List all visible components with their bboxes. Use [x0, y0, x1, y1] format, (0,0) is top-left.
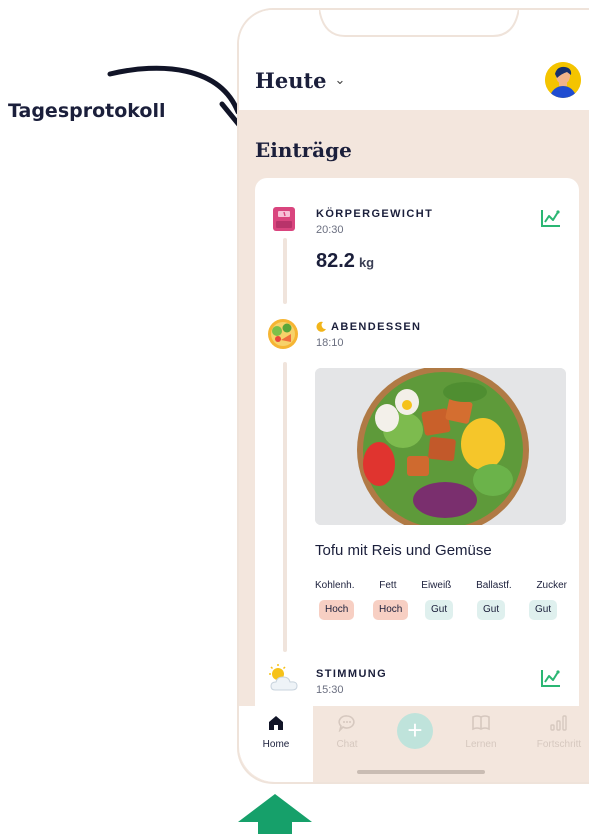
- nav-label: Home: [262, 739, 290, 750]
- nutrient-labels: Kohlenh. Fett Eiweiß Ballastf. Zucker: [315, 580, 567, 591]
- nav-progress[interactable]: Fortschritt: [529, 714, 589, 750]
- add-entry-button[interactable]: +: [397, 713, 433, 749]
- avatar-person-icon: [545, 62, 581, 98]
- entry-time: 15:30: [316, 684, 344, 696]
- entry-title: ABENDESSEN: [331, 321, 422, 333]
- entries-card[interactable]: KÖRPERGEWICHT 20:30 82.2 kg ABENDESSEN 1…: [255, 178, 579, 718]
- avatar[interactable]: [545, 62, 581, 98]
- date-selector[interactable]: Heute ⌄: [255, 68, 345, 93]
- entry-time: 20:30: [316, 224, 344, 236]
- phone-notch: [319, 10, 519, 37]
- nav-home[interactable]: Home: [246, 714, 306, 750]
- nav-label: Fortschritt: [536, 739, 582, 750]
- nutrient-label: Fett: [379, 580, 397, 591]
- up-arrow-icon: [238, 794, 312, 834]
- bottom-nav: Home Chat + Lernen Fortschritt: [239, 706, 589, 782]
- meal-photo[interactable]: [315, 368, 566, 525]
- chat-icon: [338, 715, 355, 733]
- plus-icon: +: [407, 715, 423, 745]
- meal-name: Tofu mit Reis und Gemüse: [315, 542, 492, 559]
- nav-chat[interactable]: Chat: [317, 714, 377, 750]
- nav-label: Chat: [336, 739, 358, 750]
- moon-icon: [316, 321, 326, 332]
- weight-value: 82.2: [316, 250, 355, 272]
- nutrient-label: Zucker: [536, 580, 567, 591]
- timeline-line: [283, 238, 287, 304]
- date-label: Heute: [255, 68, 327, 93]
- nutrient-label: Ballastf.: [476, 580, 512, 591]
- home-indicator: [357, 770, 485, 774]
- bar-chart-icon: [550, 715, 567, 731]
- callout-arrow-icon: [107, 65, 250, 129]
- nutrient-rating-badge: Hoch: [319, 600, 355, 620]
- nutrient-rating-badge: Gut: [425, 600, 454, 620]
- trend-chart-icon[interactable]: [540, 208, 562, 228]
- nutrient-rating-badge: Hoch: [373, 600, 409, 620]
- book-icon: [472, 715, 490, 731]
- entry-time: 18:10: [316, 337, 344, 349]
- content-area[interactable]: Einträge KÖRPERGEWICHT 20:30 82.2 kg ABE…: [239, 110, 589, 718]
- entry-title: KÖRPERGEWICHT: [316, 208, 434, 220]
- weight-readout: 82.2 kg: [316, 250, 374, 273]
- phone-frame: Heute ⌄ Einträge KÖRPERGEWICHT 20:30 82.…: [237, 8, 589, 784]
- entry-title: STIMMUNG: [316, 668, 388, 680]
- trend-chart-icon[interactable]: [540, 668, 562, 688]
- nav-learn[interactable]: Lernen: [451, 714, 511, 750]
- home-icon: [269, 716, 283, 730]
- weather-icon: [269, 664, 298, 691]
- timeline-line: [283, 362, 287, 652]
- section-title: Einträge: [255, 138, 352, 162]
- nutrient-rating-badge: Gut: [477, 600, 506, 620]
- salad-icon: [268, 319, 298, 349]
- chevron-down-icon: ⌄: [334, 73, 346, 88]
- nutrient-label: Kohlenh.: [315, 580, 355, 591]
- nutrient-rating-badge: Gut: [529, 600, 558, 620]
- nutrient-label: Eiweiß: [421, 580, 452, 591]
- nav-label: Lernen: [465, 739, 497, 750]
- weight-unit: kg: [358, 255, 375, 270]
- scale-icon: [273, 207, 295, 231]
- food-bowl-image: [315, 368, 566, 525]
